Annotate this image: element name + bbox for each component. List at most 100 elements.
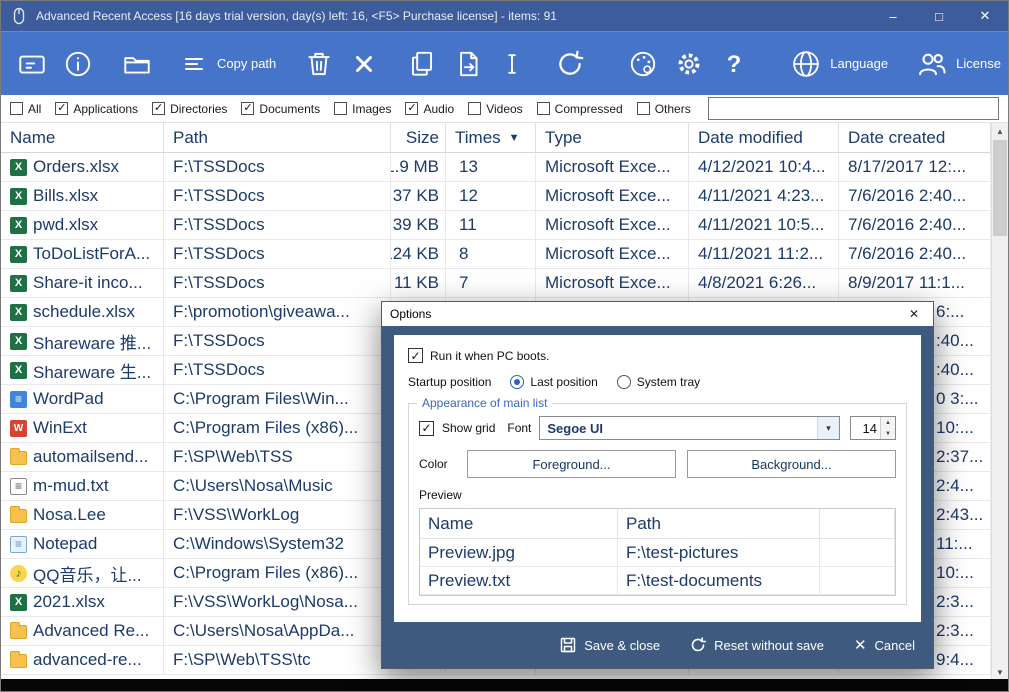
filter-label: Images <box>352 102 391 116</box>
file-name: schedule.xlsx <box>33 302 135 322</box>
filter-audio[interactable]: ✓Audio <box>405 102 454 116</box>
file-name-cell: automailsend... <box>1 443 164 472</box>
column-header-size[interactable]: Size <box>391 123 446 153</box>
file-path-cell: F:\VSS\WorkLog\Nosa... <box>164 588 391 617</box>
copy-button[interactable] <box>399 44 445 84</box>
theme-button[interactable] <box>620 44 666 84</box>
spin-up-icon[interactable]: ▲ <box>881 417 895 428</box>
table-row[interactable]: Orders.xlsxF:\TSSDocs1.9 MB13Microsoft E… <box>1 153 991 182</box>
rename-button[interactable] <box>491 45 533 83</box>
filter-applications[interactable]: ✓Applications <box>55 102 138 116</box>
checkbox-icon[interactable] <box>334 102 347 115</box>
reset-button[interactable]: Reset without save <box>690 637 824 653</box>
times-cell: 8 <box>446 240 536 269</box>
checkbox-icon[interactable] <box>537 102 550 115</box>
copy-path-button[interactable]: Copy path <box>173 45 283 83</box>
file-name-cell: Notepad <box>1 530 164 559</box>
column-header-date-modified[interactable]: Date modified <box>689 123 839 153</box>
table-row[interactable]: Bills.xlsxF:\TSSDocs37 KB12Microsoft Exc… <box>1 182 991 211</box>
minimize-button[interactable]: – <box>870 1 916 31</box>
checkbox-icon[interactable]: ✓ <box>55 102 68 115</box>
checkbox-icon[interactable]: ✓ <box>152 102 165 115</box>
file-name-cell: 2021.xlsx <box>1 588 164 617</box>
column-header-path[interactable]: Path <box>164 123 391 153</box>
filter-documents[interactable]: ✓ Documents <box>241 102 320 116</box>
launch-button[interactable] <box>9 44 55 84</box>
checkbox-icon[interactable] <box>637 102 650 115</box>
background-button[interactable]: Background... <box>687 450 896 478</box>
table-row[interactable]: pwd.xlsxF:\TSSDocs39 KB11Microsoft Exce.… <box>1 211 991 240</box>
file-name: automailsend... <box>33 447 148 467</box>
license-label: License <box>956 56 1001 71</box>
recycle-bin-button[interactable] <box>296 44 342 84</box>
preview-path: F:\test-pictures <box>618 539 820 567</box>
filter-directories[interactable]: ✓Directories <box>152 102 227 116</box>
column-header-date-created[interactable]: Date created <box>839 123 991 153</box>
type-cell: Microsoft Exce... <box>536 182 689 211</box>
title-bar: Advanced Recent Access [16 days trial ve… <box>1 1 1008 31</box>
scrollbar-thumb[interactable] <box>993 140 1007 236</box>
run-on-boot-checkbox[interactable]: ✓ <box>408 348 423 363</box>
excel-file-icon <box>10 304 27 321</box>
vertical-scrollbar[interactable]: ▲ ▼ <box>991 123 1008 681</box>
preview-column-name: Name <box>420 509 618 539</box>
cancel-label: Cancel <box>875 638 915 653</box>
filter-others[interactable]: Others <box>637 102 691 116</box>
column-header-type[interactable]: Type <box>536 123 689 153</box>
radio-selected-icon[interactable] <box>510 375 524 389</box>
chevron-down-icon[interactable]: ▾ <box>817 417 839 439</box>
preview-path: F:\test-documents <box>618 567 820 595</box>
file-path-cell: F:\TSSDocs <box>164 182 391 211</box>
refresh-button[interactable] <box>546 43 594 85</box>
filter-compressed[interactable]: Compressed <box>537 102 623 116</box>
scroll-up-icon[interactable]: ▲ <box>992 123 1008 140</box>
license-button[interactable]: License <box>908 43 1008 85</box>
filter-all[interactable]: All <box>10 102 41 116</box>
checkbox-icon[interactable] <box>468 102 481 115</box>
filter-images[interactable]: Images <box>334 102 391 116</box>
save-close-button[interactable]: Save & close <box>560 637 660 653</box>
excel-file-icon <box>10 188 27 205</box>
cancel-button[interactable]: ✕ Cancel <box>854 636 915 654</box>
help-button[interactable]: ? <box>712 44 756 84</box>
checkbox-icon[interactable]: ✓ <box>405 102 418 115</box>
language-button[interactable]: Language <box>782 43 895 85</box>
font-size-value: 14 <box>851 417 880 439</box>
open-folder-button[interactable] <box>114 44 160 84</box>
file-name: advanced-re... <box>33 650 142 670</box>
radio-system-tray[interactable]: System tray <box>617 375 700 389</box>
delete-button[interactable] <box>342 45 386 83</box>
settings-button[interactable] <box>666 44 712 84</box>
radio-last-position[interactable]: Last position <box>510 375 597 389</box>
checkbox-icon[interactable]: ✓ <box>241 102 254 115</box>
filter-videos[interactable]: Videos <box>468 102 522 116</box>
file-size-cell: 37 KB <box>391 182 446 211</box>
file-name: WinExt <box>33 418 87 438</box>
table-row[interactable]: Share-it inco...F:\TSSDocs11 KB7Microsof… <box>1 269 991 298</box>
radio-unselected-icon[interactable] <box>617 375 631 389</box>
file-path-cell: F:\TSSDocs <box>164 240 391 269</box>
checkbox-icon[interactable] <box>10 102 23 115</box>
font-size-spinner[interactable]: 14 ▲▼ <box>850 416 896 440</box>
foreground-button[interactable]: Foreground... <box>467 450 676 478</box>
file-name: QQ音乐，让... <box>33 561 142 586</box>
copy-path-icon <box>180 49 210 79</box>
wordpad-file-icon <box>10 391 27 408</box>
date-modified-cell: 4/12/2021 10:4... <box>689 153 839 182</box>
column-header-name[interactable]: Name <box>1 123 164 153</box>
table-row[interactable]: ToDoListForA...F:\TSSDocs124 KB8Microsof… <box>1 240 991 269</box>
column-header-times[interactable]: Times▼ <box>446 123 536 153</box>
export-button[interactable] <box>445 44 491 84</box>
filter-label: Documents <box>259 102 320 116</box>
show-grid-checkbox[interactable]: ✓ <box>419 421 434 436</box>
date-created-cell: 7/6/2016 2:40... <box>839 240 991 269</box>
folder-file-icon <box>10 451 27 465</box>
times-cell: 12 <box>446 182 536 211</box>
font-combobox[interactable]: Segoe UI ▾ <box>539 416 840 440</box>
search-input[interactable] <box>708 97 999 120</box>
maximize-button[interactable]: □ <box>916 1 962 31</box>
spin-down-icon[interactable]: ▼ <box>881 428 895 439</box>
close-button[interactable]: ✕ <box>962 1 1008 31</box>
info-button[interactable] <box>55 44 101 84</box>
dialog-close-button[interactable]: ✕ <box>895 302 933 326</box>
